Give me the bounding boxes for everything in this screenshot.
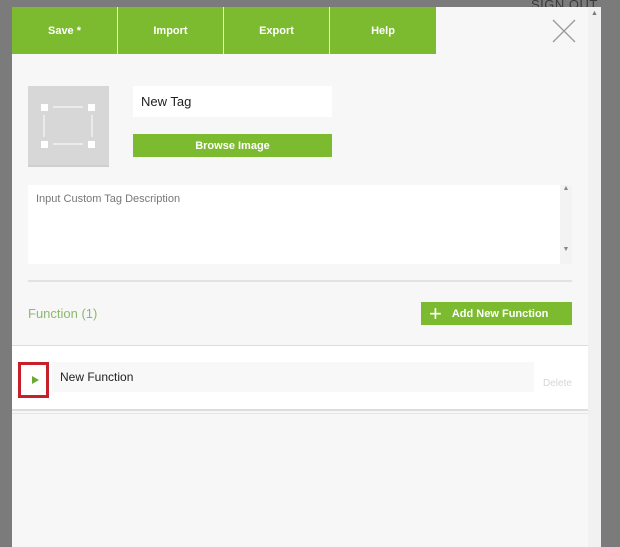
help-button[interactable]: Help bbox=[330, 7, 436, 54]
export-button[interactable]: Export bbox=[224, 7, 330, 54]
scroll-up-icon[interactable]: ▲ bbox=[591, 10, 598, 17]
image-placeholder-icon[interactable] bbox=[28, 86, 109, 167]
tag-name-input[interactable]: New Tag bbox=[133, 86, 332, 117]
plus-icon: + bbox=[429, 300, 442, 326]
add-function-label: Add New Function bbox=[451, 307, 549, 320]
tag-description-input[interactable]: Input Custom Tag Description ▲ ▼ bbox=[28, 185, 572, 264]
function-list: New Function Delete bbox=[12, 345, 588, 411]
tag-editor-modal: Save * Import Export Help New Tag Browse… bbox=[12, 7, 588, 547]
description-scrollbar[interactable]: ▲ ▼ bbox=[560, 185, 572, 264]
browse-image-button[interactable]: Browse Image bbox=[133, 134, 332, 157]
description-placeholder: Input Custom Tag Description bbox=[36, 193, 181, 205]
add-new-function-button[interactable]: + Add New Function bbox=[421, 302, 572, 325]
close-icon[interactable] bbox=[552, 19, 576, 43]
divider bbox=[28, 280, 572, 282]
save-button[interactable]: Save * bbox=[12, 7, 118, 54]
expand-function-button[interactable] bbox=[18, 362, 49, 398]
menu-bar: Save * Import Export Help bbox=[12, 7, 436, 54]
import-button[interactable]: Import bbox=[118, 7, 224, 54]
function-name[interactable]: New Function bbox=[52, 362, 534, 392]
page-scrollbar[interactable]: ▲ bbox=[588, 7, 601, 547]
play-icon bbox=[32, 376, 39, 384]
divider bbox=[12, 413, 588, 414]
function-count-label: Function (1) bbox=[28, 306, 98, 321]
delete-function-button[interactable]: Delete bbox=[543, 378, 572, 389]
